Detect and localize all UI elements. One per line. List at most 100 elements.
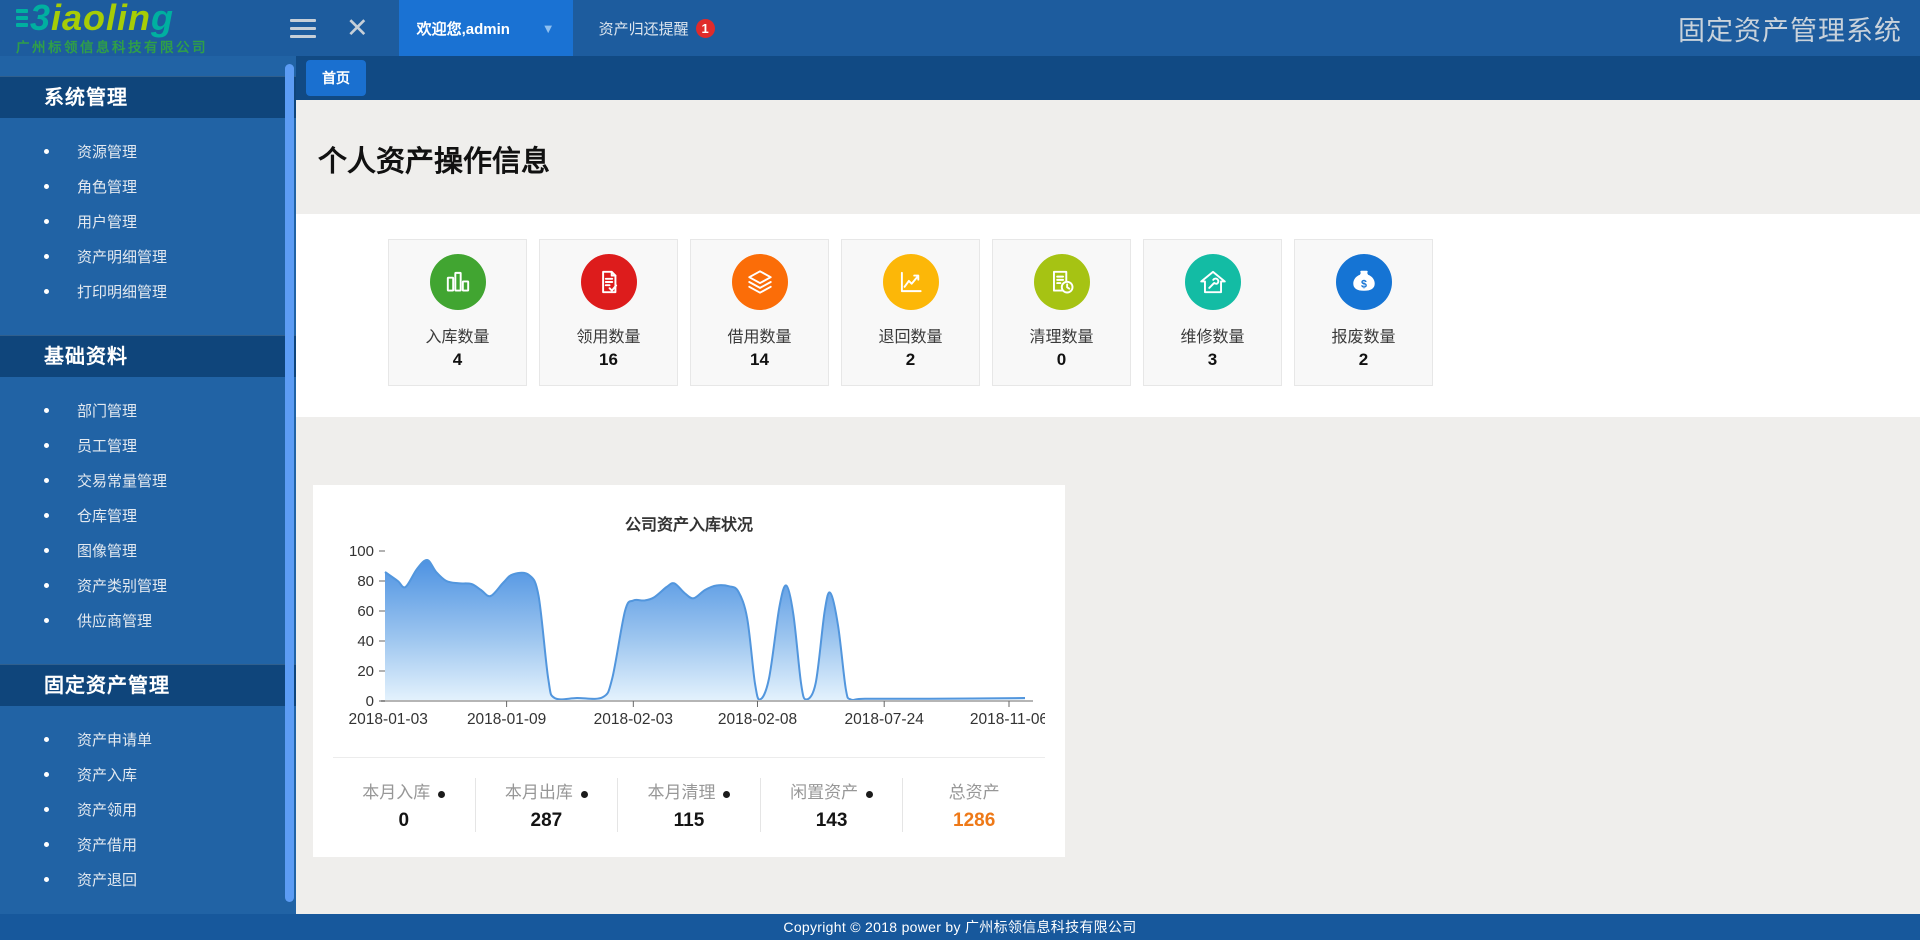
- sidebar-item-label: 员工管理: [77, 435, 137, 456]
- stat-cards-band: 入库数量4领用数量16 借用数量 14 退回数量 2 清理数量0维修数量3 $ 报废数量 2: [296, 214, 1920, 417]
- summary-value: 287: [476, 810, 618, 832]
- sidebar-item[interactable]: 资产借用: [0, 827, 296, 862]
- sidebar-item[interactable]: 员工管理: [0, 428, 296, 463]
- summary-row: 本月入库0本月出库287本月清理115闲置资产143总资产1286: [333, 757, 1045, 832]
- sidebar-item-label: 用户管理: [77, 211, 137, 232]
- sidebar-scrollbar[interactable]: [285, 64, 294, 902]
- sidebar-item[interactable]: 打印明细管理: [0, 274, 296, 309]
- chart-area-series: [385, 560, 1025, 701]
- stat-card[interactable]: $ 报废数量 2: [1294, 239, 1433, 386]
- stat-card-label: 退回数量: [842, 323, 979, 347]
- sidebar-item-label: 图像管理: [77, 540, 137, 561]
- bullet-icon: [44, 443, 49, 448]
- sidebar-item[interactable]: 仓库管理: [0, 498, 296, 533]
- stat-card[interactable]: 入库数量4: [388, 239, 527, 386]
- stat-card-label: 清理数量: [993, 323, 1130, 347]
- stat-card-label: 借用数量: [691, 323, 828, 347]
- sidebar-item[interactable]: 资产申请单: [0, 722, 296, 757]
- stat-card-label: 入库数量: [389, 323, 526, 347]
- bullet-icon: [44, 219, 49, 224]
- sidebar-section-2[interactable]: 固定资产管理: [0, 664, 296, 706]
- sidebar-item[interactable]: 角色管理: [0, 169, 296, 204]
- sidebar-item[interactable]: 资产领用: [0, 792, 296, 827]
- x-tick-label: 2018-11-06: [970, 711, 1045, 728]
- stat-card-label: 维修数量: [1144, 323, 1281, 347]
- sidebar-item[interactable]: 资源管理: [0, 134, 296, 169]
- sidebar-section-0[interactable]: 系统管理: [0, 76, 296, 118]
- stat-card[interactable]: 退回数量 2: [841, 239, 980, 386]
- sidebar-item[interactable]: 部门管理: [0, 393, 296, 428]
- money-bag-icon: $: [1336, 254, 1392, 310]
- summary-item: 闲置资产143: [760, 778, 903, 832]
- house-wrench-icon: [1185, 254, 1241, 310]
- top-header: 3iaoling 广州标领信息科技有限公司 ✕ 欢迎您,admin ▼ 资产归还…: [0, 0, 1920, 56]
- sidebar-item[interactable]: 图像管理: [0, 533, 296, 568]
- welcome-text: 欢迎您,admin: [417, 18, 510, 39]
- sidebar-item-label: 角色管理: [77, 176, 137, 197]
- area-chart: 0204060801002018-01-032018-01-092018-02-…: [313, 531, 1065, 731]
- summary-label: 本月出库: [505, 778, 573, 803]
- summary-item: 本月出库 287: [475, 778, 618, 832]
- stat-card-label: 领用数量: [540, 323, 677, 347]
- stat-cards-row: 入库数量4领用数量16 借用数量 14 退回数量 2 清理数量0维修数量3 $ 报废数量 2: [388, 239, 1920, 386]
- sidebar-item-label: 打印明细管理: [77, 281, 167, 302]
- close-icon[interactable]: ✕: [346, 15, 369, 42]
- stat-card[interactable]: 维修数量3: [1143, 239, 1282, 386]
- bullet-icon: [44, 408, 49, 413]
- sidebar-item[interactable]: 供应商管理: [0, 603, 296, 638]
- main-content: 个人资产操作信息 入库数量4领用数量16借用数量14退回数量2清理数量0维修数量…: [296, 100, 1920, 914]
- user-menu-button[interactable]: 欢迎您,admin ▼: [399, 0, 573, 56]
- summary-label: 总资产: [949, 778, 1000, 803]
- stat-card-value: 2: [1295, 350, 1432, 370]
- summary-label-row: 闲置资产: [761, 778, 903, 803]
- stat-card[interactable]: 领用数量16: [539, 239, 678, 386]
- x-tick-label: 2018-01-03: [349, 711, 428, 728]
- y-tick-label: 60: [357, 603, 374, 620]
- summary-label: 闲置资产: [790, 778, 858, 803]
- summary-label-row: 本月出库: [476, 778, 618, 803]
- return-reminder-link[interactable]: 资产归还提醒 1: [599, 18, 715, 39]
- sidebar-item-label: 资源管理: [77, 141, 137, 162]
- stat-card[interactable]: 清理数量0: [992, 239, 1131, 386]
- stat-card-value: 14: [691, 350, 828, 370]
- app-root: 3iaoling 广州标领信息科技有限公司 ✕ 欢迎您,admin ▼ 资产归还…: [0, 0, 1920, 940]
- chart-canvas: 0204060801002018-01-032018-01-092018-02-…: [333, 531, 1045, 731]
- sidebar-item[interactable]: 资产退回: [0, 862, 296, 897]
- bullet-icon: [44, 618, 49, 623]
- y-tick-label: 20: [357, 663, 374, 680]
- x-tick-label: 2018-02-03: [594, 711, 673, 728]
- x-tick-label: 2018-01-09: [467, 711, 546, 728]
- sidebar-item-label: 仓库管理: [77, 505, 137, 526]
- stat-card-value: 2: [842, 350, 979, 370]
- logo-text-part: iaolin: [51, 0, 151, 38]
- tab-bar: 首页: [296, 56, 1920, 100]
- logo-text-part: g: [151, 0, 174, 38]
- system-title: 固定资产管理系统: [1678, 9, 1902, 48]
- sidebar-item-label: 供应商管理: [77, 610, 152, 631]
- sidebar-item[interactable]: 资产类别管理: [0, 568, 296, 603]
- sidebar-item[interactable]: 资产入库: [0, 757, 296, 792]
- tab-home[interactable]: 首页: [306, 60, 366, 96]
- bullet-icon: [44, 513, 49, 518]
- sidebar-item[interactable]: 用户管理: [0, 204, 296, 239]
- svg-text:$: $: [1361, 278, 1367, 290]
- bullet-icon: [44, 583, 49, 588]
- stat-card[interactable]: 借用数量 14: [690, 239, 829, 386]
- bullet-icon: [44, 842, 49, 847]
- summary-label: 本月入库: [362, 778, 430, 803]
- sidebar-item-label: 部门管理: [77, 400, 137, 421]
- sidebar-item-label: 交易常量管理: [77, 470, 167, 491]
- stat-card-label: 报废数量: [1295, 323, 1432, 347]
- sidebar-item[interactable]: 交易常量管理: [0, 463, 296, 498]
- sidebar-section-items: 资产申请单资产入库资产领用资产借用资产退回: [0, 722, 296, 897]
- chevron-down-icon: ▼: [542, 21, 555, 36]
- summary-value: 1286: [903, 810, 1045, 832]
- document-check-icon: [581, 254, 637, 310]
- sidebar-section-1[interactable]: 基础资料: [0, 335, 296, 377]
- sidebar-item-label: 资产类别管理: [77, 575, 167, 596]
- logo-wordmark: 3iaoling: [16, 1, 278, 35]
- document-clock-icon: [1034, 254, 1090, 310]
- sidebar-section-items: 资源管理角色管理用户管理资产明细管理打印明细管理: [0, 134, 296, 309]
- menu-toggle-icon[interactable]: [290, 19, 316, 38]
- sidebar-item[interactable]: 资产明细管理: [0, 239, 296, 274]
